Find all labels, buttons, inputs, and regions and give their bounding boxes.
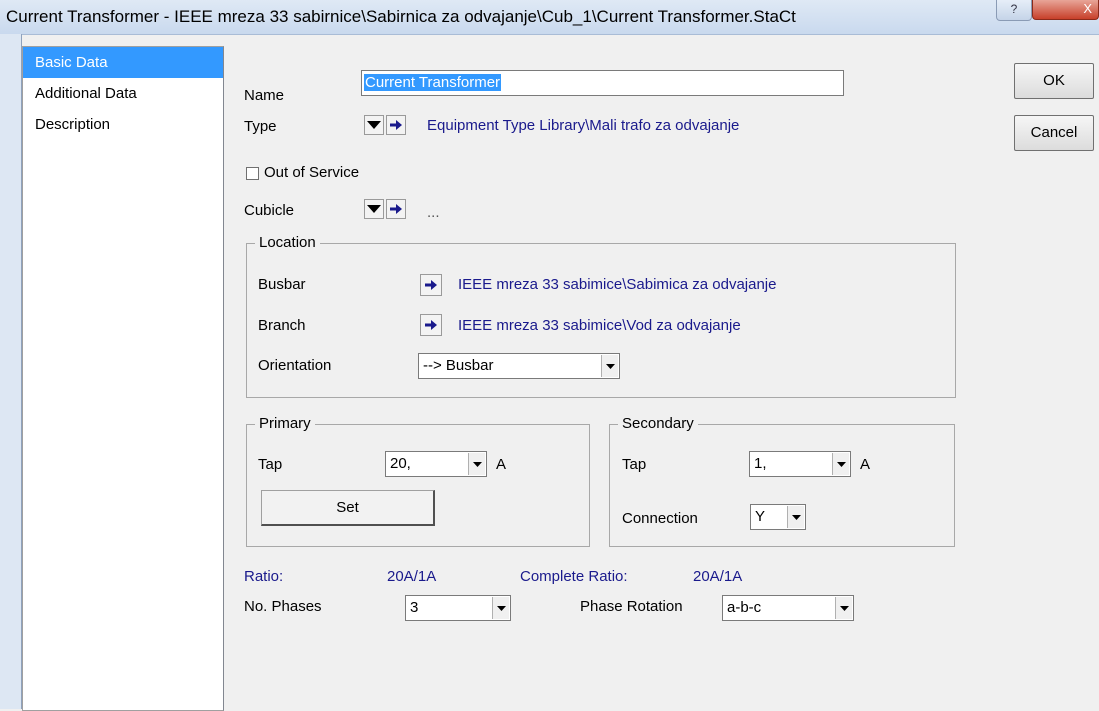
primary-tap-label: Tap bbox=[258, 456, 283, 473]
close-icon: X bbox=[1083, 1, 1092, 16]
triangle-down-icon bbox=[367, 121, 381, 129]
type-value[interactable]: Equipment Type Library\Mali trafo za odv… bbox=[427, 117, 739, 134]
arrow-right-icon bbox=[425, 280, 437, 290]
location-title: Location bbox=[255, 234, 320, 251]
connection-dropdown[interactable]: Y bbox=[750, 504, 806, 530]
window-frame bbox=[0, 34, 22, 709]
out-of-service-checkbox[interactable] bbox=[246, 167, 259, 180]
primary-tap-dropdown[interactable]: 20, bbox=[385, 451, 487, 477]
nav-item-description[interactable]: Description bbox=[23, 109, 223, 140]
cubicle-value: ... bbox=[427, 204, 440, 221]
chevron-down-icon bbox=[601, 355, 618, 377]
arrow-right-icon bbox=[390, 204, 402, 214]
nav-item-basic-data[interactable]: Basic Data bbox=[23, 47, 223, 78]
phase-rotation-value: a-b-c bbox=[727, 599, 762, 616]
triangle-down-icon bbox=[367, 205, 381, 213]
primary-tap-unit: A bbox=[496, 456, 507, 473]
name-field[interactable]: Current Transformer bbox=[361, 70, 844, 96]
nav-item-additional-data[interactable]: Additional Data bbox=[23, 78, 223, 109]
set-button[interactable]: Set bbox=[261, 490, 435, 526]
branch-jump-button[interactable] bbox=[420, 314, 442, 336]
secondary-tap-unit: A bbox=[860, 456, 871, 473]
phases-dropdown[interactable]: 3 bbox=[405, 595, 511, 621]
title-bar: Current Transformer - IEEE mreza 33 sabi… bbox=[0, 0, 1099, 35]
chevron-down-icon bbox=[787, 506, 804, 528]
busbar-jump-button[interactable] bbox=[420, 274, 442, 296]
cubicle-select-button[interactable] bbox=[364, 199, 384, 219]
branch-label: Branch bbox=[258, 317, 306, 334]
help-icon: ? bbox=[1010, 2, 1018, 16]
ok-button[interactable]: OK bbox=[1014, 63, 1094, 99]
primary-group: Primary bbox=[246, 415, 590, 547]
primary-title: Primary bbox=[255, 415, 315, 432]
connection-label: Connection bbox=[622, 510, 698, 527]
cubicle-jump-button[interactable] bbox=[386, 199, 406, 219]
secondary-tap-value: 1, bbox=[754, 455, 767, 472]
connection-value: Y bbox=[755, 508, 766, 525]
complete-ratio-value: 20A/1A bbox=[693, 568, 743, 585]
phase-rotation-label: Phase Rotation bbox=[580, 598, 683, 615]
ratio-value: 20A/1A bbox=[387, 568, 437, 585]
cubicle-label: Cubicle bbox=[244, 202, 295, 219]
complete-ratio-label: Complete Ratio: bbox=[520, 568, 628, 585]
chevron-down-icon bbox=[835, 597, 852, 619]
orientation-value: --> Busbar bbox=[423, 357, 494, 374]
cancel-button[interactable]: Cancel bbox=[1014, 115, 1094, 151]
help-button[interactable]: ? bbox=[996, 0, 1032, 21]
type-select-button[interactable] bbox=[364, 115, 384, 135]
primary-tap-value: 20, bbox=[390, 455, 411, 472]
type-jump-button[interactable] bbox=[386, 115, 406, 135]
name-label: Name bbox=[244, 87, 285, 104]
orientation-dropdown[interactable]: --> Busbar bbox=[418, 353, 620, 379]
phases-value: 3 bbox=[410, 599, 419, 616]
phases-label: No. Phases bbox=[244, 598, 322, 615]
busbar-label: Busbar bbox=[258, 276, 306, 293]
busbar-value[interactable]: IEEE mreza 33 sabimice\Sabimica za odvaj… bbox=[458, 276, 777, 293]
out-of-service-label: Out of Service bbox=[264, 164, 360, 181]
type-label: Type bbox=[244, 118, 277, 135]
chevron-down-icon bbox=[832, 453, 849, 475]
name-value: Current Transformer bbox=[364, 74, 502, 91]
secondary-tap-label: Tap bbox=[622, 456, 647, 473]
window-title: Current Transformer - IEEE mreza 33 sabi… bbox=[6, 7, 796, 26]
chevron-down-icon bbox=[492, 597, 509, 619]
branch-value[interactable]: IEEE mreza 33 sabimice\Vod za odvajanje bbox=[458, 317, 741, 334]
secondary-title: Secondary bbox=[618, 415, 698, 432]
orientation-label: Orientation bbox=[258, 357, 332, 374]
page-navigation: Basic Data Additional Data Description bbox=[22, 46, 224, 711]
arrow-right-icon bbox=[390, 120, 402, 130]
chevron-down-icon bbox=[468, 453, 485, 475]
ratio-label: Ratio: bbox=[244, 568, 284, 585]
arrow-right-icon bbox=[425, 320, 437, 330]
phase-rotation-dropdown[interactable]: a-b-c bbox=[722, 595, 854, 621]
secondary-tap-dropdown[interactable]: 1, bbox=[749, 451, 851, 477]
close-button[interactable]: X bbox=[1032, 0, 1099, 20]
